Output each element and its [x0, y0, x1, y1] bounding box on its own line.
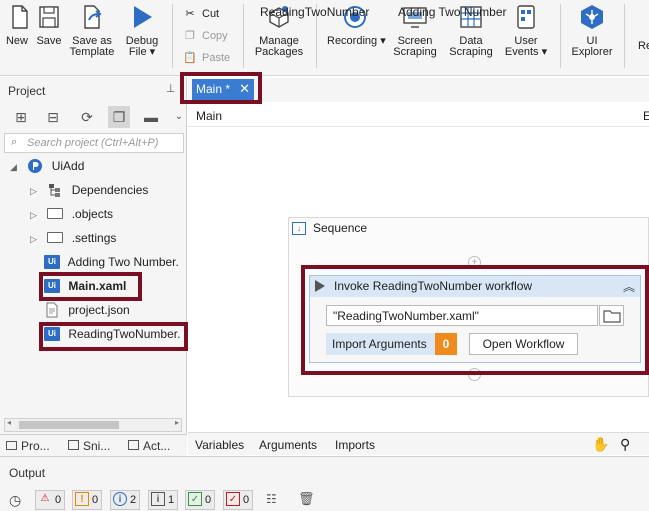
- hand-pan-icon[interactable]: ✋: [592, 436, 609, 453]
- debug-file-button[interactable]: Debug File ▾: [120, 2, 164, 58]
- collapsed-chevron-icon: ▷: [30, 186, 37, 196]
- scissors-icon: ✂: [185, 8, 195, 20]
- ribbon-separator: [624, 4, 625, 68]
- dependencies-icon: [47, 183, 63, 197]
- filter-failure[interactable]: ✓ 0: [223, 490, 254, 510]
- zoom-icon[interactable]: ⚲: [620, 436, 630, 453]
- ribbon-separator: [243, 4, 244, 68]
- ribbon-separator: [560, 4, 561, 68]
- tree-item-adding-two-number[interactable]: Ui Adding Two Number.: [44, 251, 179, 273]
- trace-icon: i: [151, 492, 165, 507]
- new-button[interactable]: New: [4, 2, 30, 47]
- collapsed-chevron-icon: ▷: [30, 234, 37, 244]
- project-horizontal-scrollbar[interactable]: ◂ ▸: [4, 418, 182, 432]
- failure-icon: ✓: [226, 492, 240, 507]
- breadcrumb-bar: Main E: [188, 103, 649, 127]
- paste-icon: 📋: [183, 52, 197, 64]
- search-icon: ⌕: [11, 136, 18, 148]
- highlight-box: [180, 72, 262, 104]
- filter-warnings[interactable]: ! 0: [72, 490, 103, 510]
- tab-project[interactable]: Pro...: [6, 439, 50, 453]
- filter-info[interactable]: i2: [110, 490, 141, 510]
- ui-explorer-icon: [577, 2, 607, 32]
- paste-button[interactable]: 📋 Paste: [183, 51, 230, 64]
- tree-item-settings[interactable]: ▷ .settings: [30, 227, 116, 249]
- cut-button[interactable]: ✂ Cut: [183, 7, 219, 20]
- show-all-files-icon[interactable]: ❐: [108, 106, 130, 128]
- highlight-box: [301, 265, 649, 375]
- copy-icon: ❐: [185, 30, 195, 42]
- user-events-icon: [511, 2, 541, 32]
- warning-icon: !: [75, 492, 89, 507]
- ui-file-icon: Ui: [44, 254, 60, 269]
- tree-item-objects[interactable]: ▷ .objects: [30, 203, 113, 225]
- filter-success[interactable]: ✓ 0: [185, 490, 216, 510]
- filter-trace[interactable]: i1: [148, 490, 179, 510]
- panel-overflow-icon[interactable]: ⌄: [168, 106, 190, 128]
- highlight-box: [39, 272, 142, 301]
- user-events-button[interactable]: User Events ▾: [502, 2, 550, 58]
- tree-item-project[interactable]: ◢ UiAdd: [10, 155, 84, 177]
- list-view-icon[interactable]: ☷: [266, 492, 277, 506]
- json-file-icon: [44, 302, 60, 318]
- tab-arguments[interactable]: Arguments: [259, 438, 317, 452]
- pin-icon[interactable]: ⊥: [166, 82, 176, 95]
- collapse-all-icon[interactable]: ⊟: [42, 106, 64, 128]
- copy-button[interactable]: ❐ Copy: [183, 29, 228, 42]
- snippets-tab-icon: [68, 440, 79, 450]
- clock-icon[interactable]: ◷: [9, 492, 21, 509]
- tree-item-project-json[interactable]: project.json: [44, 299, 130, 321]
- success-icon: ✓: [188, 492, 202, 507]
- tab-imports[interactable]: Imports: [335, 438, 375, 452]
- scroll-left-icon[interactable]: ◂: [7, 418, 11, 427]
- ui-explorer-button[interactable]: UI Explorer: [570, 2, 614, 58]
- tab-adding-two-number[interactable]: Adding Two Number: [398, 5, 507, 19]
- tab-snippets[interactable]: Sni...: [68, 439, 110, 453]
- refresh-icon[interactable]: ⟳: [76, 106, 98, 128]
- open-folder-icon[interactable]: ▬: [140, 106, 162, 128]
- save-icon: [34, 2, 64, 32]
- tab-variables[interactable]: Variables: [195, 438, 244, 452]
- project-panel-title: Project: [8, 84, 46, 98]
- cut-off-ribbon-button[interactable]: Re: [638, 41, 649, 52]
- trash-icon[interactable]: 🗑: [298, 491, 315, 507]
- expanded-chevron-icon: ◢: [10, 162, 17, 172]
- save-as-template-button[interactable]: Save as Template: [68, 2, 116, 58]
- folder-icon: [47, 208, 64, 220]
- expand-all-link[interactable]: E: [643, 109, 649, 123]
- tab-activities[interactable]: Act...: [128, 439, 170, 453]
- breadcrumb[interactable]: Main: [196, 109, 222, 123]
- play-icon: [127, 2, 157, 32]
- tab-reading-two-number[interactable]: ReadingTwoNumber: [260, 5, 369, 19]
- ribbon-separator: [172, 4, 173, 68]
- scroll-right-icon[interactable]: ▸: [175, 418, 179, 427]
- save-button[interactable]: Save: [34, 2, 64, 47]
- project-icon: [27, 158, 43, 173]
- scrollbar-thumb[interactable]: [19, 421, 119, 429]
- search-input[interactable]: ⌕ Search project (Ctrl+Alt+P): [4, 133, 184, 153]
- expand-all-icon[interactable]: ⊞: [10, 106, 32, 128]
- folder-icon: [47, 232, 64, 244]
- sequence-icon: ↓: [292, 222, 306, 235]
- activities-tab-icon: [128, 440, 139, 450]
- designer-bottom-bar: Variables Arguments Imports ✋ ⚲: [188, 432, 649, 455]
- info-icon: i: [113, 492, 127, 507]
- sequence-header[interactable]: ↓ Sequence: [289, 218, 649, 238]
- project-panel-tabs: Pro... Sni... Act...: [0, 434, 187, 456]
- output-panel-title: Output: [9, 466, 46, 480]
- new-file-icon: [4, 2, 34, 32]
- save-as-template-icon: [77, 2, 107, 32]
- collapsed-chevron-icon: ▷: [30, 210, 37, 220]
- filter-errors[interactable]: ⚠ 0: [35, 490, 66, 510]
- project-tab-icon: [6, 441, 17, 450]
- tree-item-dependencies[interactable]: ▷ Dependencies: [30, 179, 148, 201]
- highlight-box: [39, 322, 188, 351]
- error-icon: ⚠: [40, 493, 50, 505]
